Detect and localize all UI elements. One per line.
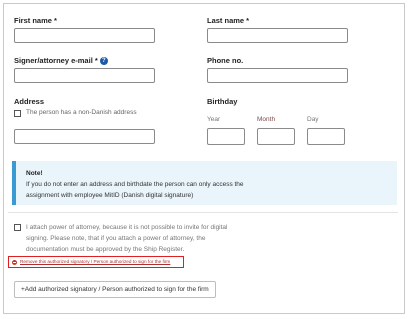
last-name-input[interactable] [207, 28, 348, 43]
year-label: Year [207, 116, 221, 123]
note-line-2: assignment with employee MitID (Danish d… [26, 192, 194, 199]
add-signatory-label: +Add authorized signatory / Person autho… [21, 286, 209, 293]
birthday-label: Birthday [207, 97, 238, 106]
non-danish-address-label: The person has a non-Danish address [26, 109, 137, 116]
poa-line-2: signing. Please note, that if you attach… [26, 235, 206, 242]
non-danish-address-checkbox[interactable] [14, 110, 21, 117]
email-input[interactable] [14, 68, 155, 83]
phone-label: Phone no. [207, 56, 244, 65]
add-signatory-button[interactable]: +Add authorized signatory / Person autho… [14, 281, 216, 298]
poa-line-1: I attach power of attorney, because it i… [26, 224, 228, 231]
remove-signatory-text: Remove this authorized signatory / Perso… [20, 259, 171, 264]
last-name-label: Last name * [207, 16, 250, 25]
minus-circle-icon [12, 259, 17, 265]
email-label-row: Signer/attorney e-mail *? [14, 56, 108, 66]
first-name-label: First name * [14, 16, 57, 25]
first-name-input[interactable] [14, 28, 155, 43]
info-note: Note! If you do not enter an address and… [12, 161, 397, 205]
month-label: Month [257, 116, 276, 123]
note-title: Note! [26, 170, 43, 177]
day-label: Day [307, 116, 319, 123]
remove-signatory-link[interactable]: Remove this authorized signatory / Perso… [8, 256, 184, 268]
help-icon[interactable]: ? [99, 57, 108, 66]
day-input[interactable] [307, 128, 345, 145]
note-body: If you do not enter an address and birth… [26, 179, 386, 201]
poa-line-3: documentation must be approved by the Sh… [26, 246, 185, 253]
address-label: Address [14, 97, 45, 106]
note-line-1: If you do not enter an address and birth… [26, 181, 244, 188]
email-label: Signer/attorney e-mail * [14, 56, 98, 65]
year-input[interactable] [207, 128, 245, 145]
month-input[interactable] [257, 128, 295, 145]
power-of-attorney-text: I attach power of attorney, because it i… [26, 222, 228, 255]
phone-input[interactable] [207, 68, 348, 83]
address-input[interactable] [14, 129, 155, 144]
power-of-attorney-checkbox[interactable] [14, 224, 21, 231]
section-divider [8, 212, 398, 213]
